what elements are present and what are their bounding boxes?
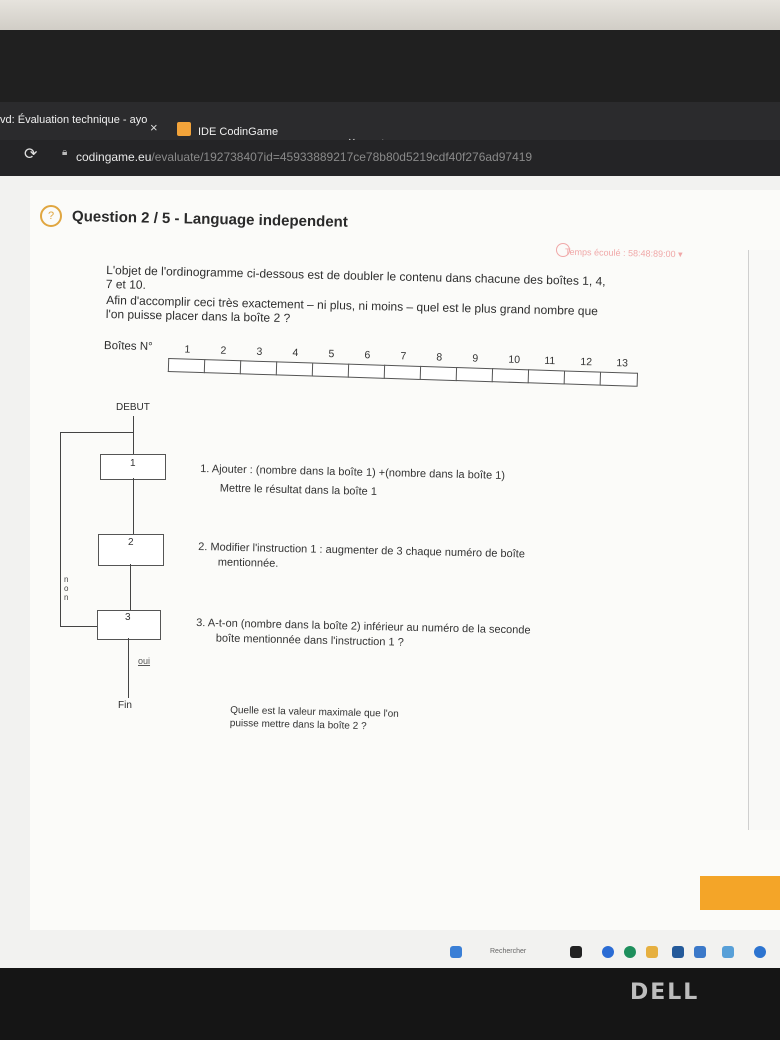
- monitor-bezel-top: [0, 30, 780, 110]
- edge-icon[interactable]: [602, 946, 614, 958]
- reload-icon[interactable]: ⟳: [24, 144, 37, 164]
- flow-connector: [128, 638, 129, 698]
- box-number: 10: [508, 353, 521, 367]
- lock-icon: 🔒︎: [62, 147, 68, 158]
- flow-end-label: Fin: [118, 700, 132, 711]
- instruction-1: 1. Ajouter : (nombre dans la boîte 1) +(…: [200, 462, 506, 503]
- box-number: 5: [328, 348, 335, 361]
- url-domain: codingame.eu: [76, 150, 152, 164]
- chrome-icon[interactable]: [624, 946, 636, 958]
- box-number: 8: [436, 351, 443, 364]
- box-number: 2: [220, 344, 227, 357]
- flow-loop-bottom: [60, 626, 98, 627]
- box-cell: [167, 358, 206, 374]
- box-number: 13: [616, 357, 629, 370]
- box-cell: [383, 364, 422, 380]
- flow-connector: [133, 416, 134, 454]
- non-label: n o n: [64, 575, 69, 602]
- box-cell: [203, 359, 242, 375]
- mail-icon[interactable]: [694, 946, 706, 958]
- flow-loop-top: [60, 432, 134, 433]
- flow-connector: [130, 564, 131, 610]
- box-cell: [527, 369, 566, 385]
- answer-panel: [748, 250, 780, 830]
- store-icon[interactable]: [672, 946, 684, 958]
- step-number: 3: [125, 612, 131, 623]
- app-icon[interactable]: [754, 946, 766, 958]
- box-cell: [239, 360, 278, 376]
- app-icon[interactable]: [722, 946, 734, 958]
- box-number: 3: [256, 345, 263, 358]
- windows-icon[interactable]: [450, 946, 462, 958]
- close-icon[interactable]: ×: [150, 120, 158, 135]
- box-cell: [563, 370, 602, 386]
- box-cell: [311, 362, 350, 378]
- flow-loop-left: [60, 432, 61, 626]
- tab-label: IDE CodinGame: [198, 126, 279, 138]
- box-cell: [455, 367, 494, 383]
- box-cell: [419, 365, 458, 382]
- box-number: 9: [472, 352, 479, 365]
- codingame-icon: [177, 122, 191, 136]
- box-cell: [599, 371, 639, 387]
- box-number: 7: [400, 350, 407, 363]
- box-number: 1: [184, 343, 191, 356]
- final-question: Quelle est la valeur maximale que l'on p…: [230, 704, 399, 734]
- taskbar-search[interactable]: Rechercher: [490, 948, 526, 955]
- box-number: 11: [544, 354, 556, 368]
- flow-start-label: DEBUT: [116, 402, 150, 413]
- url-text[interactable]: codingame.eu/evaluate/192738407id=459338…: [76, 150, 532, 164]
- step-number: 1: [130, 458, 136, 469]
- tab-evaluation[interactable]: vd: Évaluation technique - ayo: [0, 114, 147, 126]
- box-number: 6: [364, 349, 371, 362]
- help-icon: ?: [40, 205, 62, 227]
- brand-logo: DELL: [630, 980, 700, 1005]
- boxes-label: Boîtes N°: [103, 340, 153, 354]
- flow-connector: [133, 478, 134, 534]
- step-number: 2: [128, 537, 134, 548]
- box-number: 4: [292, 346, 299, 360]
- url-path: /evaluate/192738407id=45933889217ce78b80…: [151, 150, 533, 164]
- box-number: 12: [580, 355, 593, 369]
- submit-button[interactable]: [700, 876, 780, 910]
- oui-label: oui: [138, 656, 151, 666]
- box-cell: [347, 363, 386, 379]
- box-cell: [491, 368, 530, 384]
- tab-ide-codingame[interactable]: IDE CodinGame: [198, 126, 278, 138]
- taskbar: Rechercher: [440, 940, 780, 970]
- box-cell: [275, 361, 314, 377]
- file-explorer-icon[interactable]: [570, 946, 582, 958]
- tab-label: vd: Évaluation technique - ayo: [0, 114, 148, 126]
- folder-icon[interactable]: [646, 946, 658, 958]
